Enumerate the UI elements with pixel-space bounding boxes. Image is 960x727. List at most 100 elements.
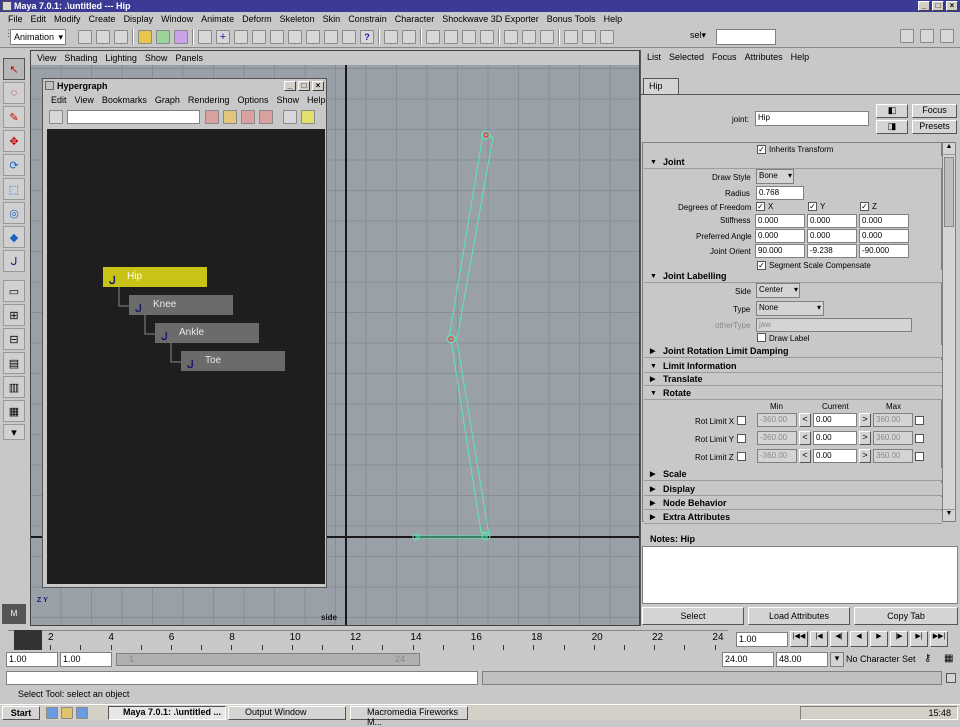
close-button[interactable]: × [946, 1, 958, 11]
notes-textarea[interactable] [642, 546, 958, 604]
paint-select-tool-button[interactable]: ✎ [3, 106, 25, 128]
menu-animate[interactable]: Animate [197, 12, 238, 26]
hg-frame-selection-icon[interactable] [259, 110, 273, 124]
output-ops-icon[interactable] [522, 30, 536, 44]
plane-snap-icon[interactable] [324, 30, 338, 44]
joint-section-header[interactable]: ▼ Joint [644, 156, 942, 169]
rotation-limit-damping-header[interactable]: ▶ Joint Rotation Limit Damping [644, 345, 942, 358]
select-tool-button[interactable]: ↖ [3, 58, 25, 80]
hypergraph-menu-options[interactable]: Options [233, 93, 272, 107]
move-tool-button[interactable]: ✥ [3, 130, 25, 152]
attribute-editor-icon[interactable] [920, 29, 934, 43]
maximize-button[interactable]: □ [932, 1, 944, 11]
rot-limit-z-min-field[interactable]: -360.00 [757, 449, 797, 463]
manipulator-tool-button[interactable]: ◎ [3, 202, 25, 224]
other-type-field[interactable]: jaw [756, 318, 912, 332]
scale-header[interactable]: ▶ Scale [644, 468, 942, 481]
joint-name-field[interactable]: Hip [755, 111, 869, 126]
hypergraph-node-knee[interactable]: ᒍ Knee [129, 295, 233, 315]
joint-orient-x-field[interactable]: 90.000 [755, 244, 805, 258]
menu-modify[interactable]: Modify [50, 12, 85, 26]
range-end-field[interactable]: 48.00 [776, 652, 828, 667]
pref-angle-z-field[interactable]: 0.000 [859, 229, 909, 243]
extra-attributes-header[interactable]: ▶ Extra Attributes [644, 511, 942, 524]
curve-icon[interactable] [252, 30, 266, 44]
mel-command-input[interactable] [6, 671, 478, 685]
pref-angle-y-field[interactable]: 0.000 [807, 229, 857, 243]
draw-label-checkbox[interactable] [757, 333, 766, 342]
hg-frame-all-icon[interactable] [241, 110, 255, 124]
rot-limit-x-current-field[interactable]: 0.00 [813, 413, 857, 427]
menu-file[interactable]: File [4, 12, 27, 26]
dof-x-checkbox[interactable]: ✓ [756, 202, 765, 211]
focus-button[interactable]: Focus [912, 104, 957, 118]
hypergraph-menu-bookmarks[interactable]: Bookmarks [98, 93, 151, 107]
live-icon[interactable] [342, 30, 356, 44]
hypergraph-menu-show[interactable]: Show [272, 93, 303, 107]
stiffness-z-field[interactable]: 0.000 [859, 214, 909, 228]
hg-close-button[interactable]: × [312, 81, 324, 91]
menu-set-dropdown[interactable]: Animation ▾ [10, 29, 66, 45]
four-pane-layout-icon[interactable]: ⊞ [3, 304, 25, 326]
play-forward-icon[interactable]: ▶ [870, 631, 888, 647]
object-select-icon[interactable] [156, 30, 170, 44]
joint-orient-z-field[interactable]: -90.000 [859, 244, 909, 258]
rot-y-min-arrow[interactable]: < [799, 431, 811, 445]
hypergraph-menu-help[interactable]: Help [303, 93, 330, 107]
hypergraph-menu-graph[interactable]: Graph [151, 93, 184, 107]
hg-minimize-button[interactable]: _ [284, 81, 296, 91]
rot-limit-y-max-checkbox[interactable] [915, 434, 924, 443]
input-ops-icon[interactable] [504, 30, 518, 44]
hypergraph-title-bar[interactable]: Hypergraph _ □ × [43, 79, 326, 93]
render-view-icon[interactable] [564, 30, 578, 44]
select-button[interactable]: Select [642, 607, 744, 625]
scroll-down-arrow[interactable]: ▼ [943, 509, 955, 521]
menu-skin[interactable]: Skin [319, 12, 345, 26]
two-pane-layout-icon[interactable]: ⊟ [3, 328, 25, 350]
scroll-thumb[interactable] [944, 157, 954, 227]
tool-settings-icon[interactable] [940, 29, 954, 43]
taskbar-fireworks[interactable]: Macromedia Fireworks M... [350, 706, 468, 727]
point-snap-icon[interactable] [306, 30, 320, 44]
hypergraph-filter-input[interactable] [67, 110, 200, 124]
rot-y-max-arrow[interactable]: > [859, 431, 871, 445]
menu-edit[interactable]: Edit [27, 12, 51, 26]
hg-input-output-icon[interactable] [223, 110, 237, 124]
rot-limit-z-max-checkbox[interactable] [915, 452, 924, 461]
current-time-indicator[interactable] [14, 630, 42, 650]
stiffness-x-field[interactable]: 0.000 [755, 214, 805, 228]
menu-create[interactable]: Create [85, 12, 120, 26]
stiffness-y-field[interactable]: 0.000 [807, 214, 857, 228]
inherits-transform-checkbox[interactable]: ✓ [757, 145, 766, 154]
load-attributes-button[interactable]: Load Attributes [748, 607, 850, 625]
save-scene-icon[interactable] [114, 30, 128, 44]
taskbar-output-window[interactable]: Output Window [228, 706, 346, 720]
thigh-bone[interactable] [448, 133, 494, 340]
hierarchy-select-icon[interactable] [138, 30, 152, 44]
hg-layout-icon[interactable] [49, 110, 63, 124]
step-forward-icon[interactable]: ▶| [910, 631, 928, 647]
render-globals-icon[interactable] [462, 30, 476, 44]
limit-information-header[interactable]: ▼ Limit Information [644, 360, 942, 373]
curve-snap-icon[interactable] [288, 30, 302, 44]
channel-box-icon[interactable] [900, 29, 914, 43]
menu-window[interactable]: Window [157, 12, 197, 26]
menu-deform[interactable]: Deform [238, 12, 276, 26]
rot-z-min-arrow[interactable]: < [799, 449, 811, 463]
menu-shockwave-3d-exporter[interactable]: Shockwave 3D Exporter [438, 12, 543, 26]
playback-start-field[interactable]: 1.00 [60, 652, 112, 667]
grid-snap-icon[interactable] [270, 30, 284, 44]
taskbar-maya[interactable]: Maya 7.0.1: .\untitled ... [108, 706, 226, 720]
rot-limit-y-min-checkbox[interactable] [737, 434, 746, 443]
type-dropdown[interactable]: None ▾ [756, 301, 824, 316]
anim-prefs-icon[interactable]: ▦ [944, 653, 953, 664]
lock-icon[interactable] [384, 30, 398, 44]
segment-scale-checkbox[interactable]: ✓ [757, 261, 766, 270]
timeline-track[interactable] [8, 630, 728, 650]
hg-connections-icon[interactable] [283, 110, 297, 124]
ae-menu-help[interactable]: Help [787, 50, 814, 64]
step-back-icon[interactable]: |◀ [810, 631, 828, 647]
rot-limit-y-current-field[interactable]: 0.00 [813, 431, 857, 445]
radius-field[interactable]: 0.768 [756, 186, 804, 200]
new-scene-icon[interactable] [78, 30, 92, 44]
